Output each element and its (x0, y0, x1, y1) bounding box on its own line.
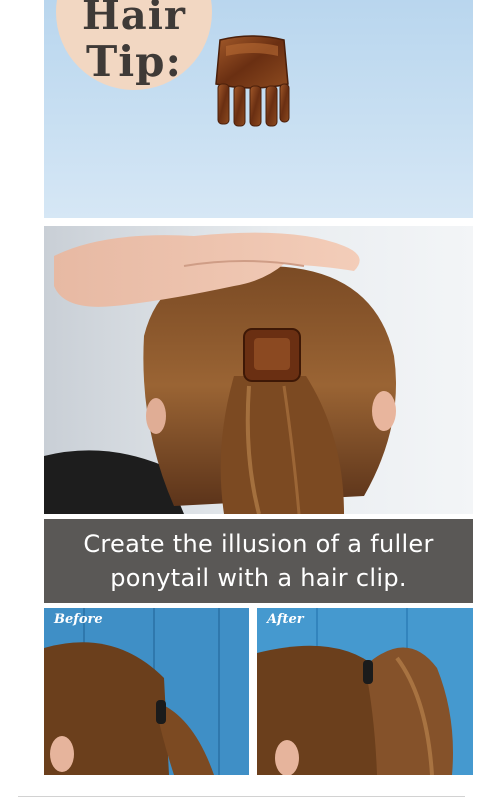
caption-banner: Create the illusion of a fuller ponytail… (44, 519, 473, 603)
before-illustration (44, 608, 220, 775)
bottom-divider (18, 796, 465, 797)
after-label: After (267, 612, 304, 627)
clip-demo-photo (44, 226, 473, 514)
after-photo: After (257, 608, 473, 775)
clip-demo-illustration (44, 232, 396, 514)
hair-tip-panel: Hair Tip: (44, 0, 473, 218)
hair-clip-icon (215, 35, 290, 127)
caption-text: Create the illusion of a fuller ponytail… (83, 530, 434, 592)
before-label: Before (54, 612, 103, 627)
badge-title-line1: Hair (82, 0, 186, 39)
after-illustration (257, 608, 453, 775)
badge-title-line2: Tip: (85, 37, 183, 86)
before-photo: Before (44, 608, 249, 775)
hair-tip-badge: Hair Tip: (56, 0, 212, 90)
